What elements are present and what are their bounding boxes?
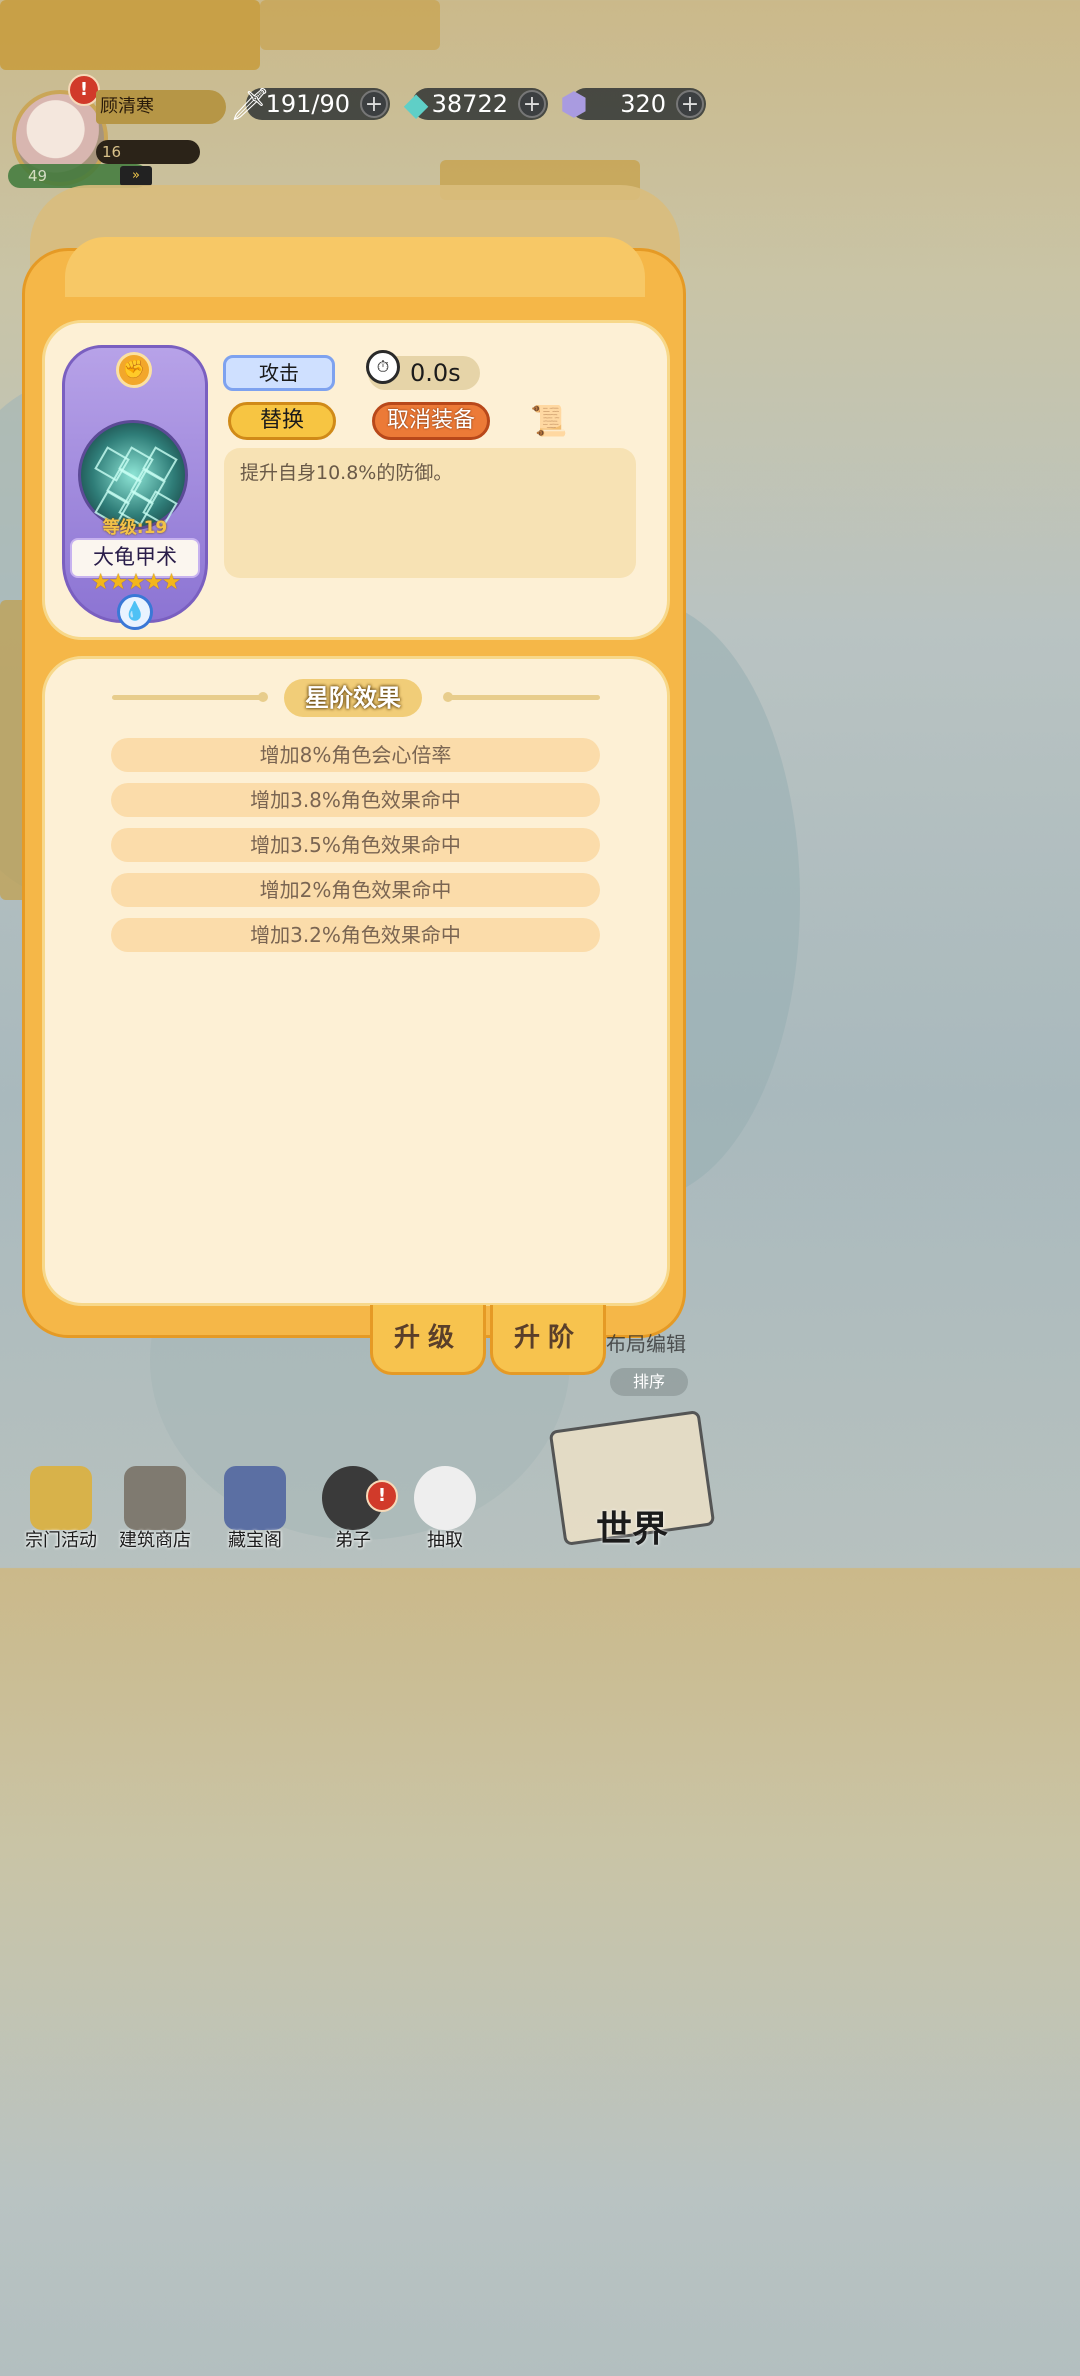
nav-label: 弟子 [335,1530,371,1551]
nav-draw[interactable]: 抽取 [400,1466,490,1566]
sword-icon: 🗡 [229,85,271,123]
water-drop-icon: 💧 [117,594,153,630]
advance-button[interactable]: 升阶 [490,1305,606,1375]
nav-building-shop[interactable]: 建筑商店 [110,1466,200,1566]
nav-label: 建筑商店 [119,1530,191,1551]
skill-level: 等级:19 [102,518,168,538]
player-name: 顾清寒 [96,90,226,124]
section-divider-left [112,695,262,700]
building-icon [124,1466,186,1530]
add-jade-button[interactable]: + [518,90,546,118]
star-effect-row: 增加2%角色效果命中 [111,873,600,907]
resource-stamina: 🗡 191/90 + [230,85,390,123]
disciples-alert-badge: ! [366,1480,398,1512]
resource-gem-value: 320 [620,90,666,118]
stopwatch-icon: ⏱ [366,350,400,384]
resource-jade: ◆ 38722 + [404,85,548,123]
purple-gem-icon: ⬢ [560,85,588,123]
nav-treasure-pavilion[interactable]: 藏宝阁 [210,1466,300,1566]
sort-button[interactable]: 排序 [610,1368,688,1396]
owl-icon [414,1466,476,1530]
nav-disciples[interactable]: ! 弟子 [308,1466,398,1566]
world-label: 世界 [596,1509,669,1550]
skill-stars: ★★★★★ [90,570,182,595]
fist-icon: ✊ [116,352,152,388]
expand-arrows-icon[interactable]: » [120,166,152,186]
unequip-button[interactable]: 取消装备 [372,402,490,440]
scroll-icon[interactable]: 📜 [522,402,576,442]
star-effect-row: 增加8%角色会心倍率 [111,738,600,772]
world-button[interactable]: 世界 [548,1409,716,1560]
star-effects-title: 星阶效果 [284,679,422,717]
upgrade-button[interactable]: 升级 [370,1305,486,1375]
player-level: 16 [96,140,200,164]
nav-label: 宗门活动 [25,1530,97,1551]
layout-edit-label[interactable]: 布局编辑 [606,1328,686,1357]
jade-crystal-icon: ◆ [403,85,429,123]
section-divider-dot-right [443,692,453,702]
pagoda-icon [30,1466,92,1530]
replace-button[interactable]: 替换 [228,402,336,440]
resource-stamina-value: 191/90 [265,90,350,118]
resource-gem: ⬢ 320 + [560,85,706,123]
nav-sect-activity[interactable]: 宗门活动 [16,1466,106,1566]
skill-type-tag: 攻击 [223,355,335,391]
nav-label: 藏宝阁 [228,1530,282,1551]
add-gem-button[interactable]: + [676,90,704,118]
star-effect-row: 增加3.5%角色效果命中 [111,828,600,862]
skill-description: 提升自身10.8%的防御。 [240,462,453,484]
nav-label: 抽取 [427,1530,463,1551]
treasure-pavilion-icon [224,1466,286,1530]
resource-jade-value: 38722 [431,90,508,118]
cooldown-value: 0.0s [410,359,461,387]
section-divider-right [450,695,600,700]
star-effect-row: 增加3.8%角色效果命中 [111,783,600,817]
modal-cap [65,237,645,297]
section-divider-dot-left [258,692,268,702]
add-stamina-button[interactable]: + [360,90,388,118]
star-effect-row: 增加3.2%角色效果命中 [111,918,600,952]
